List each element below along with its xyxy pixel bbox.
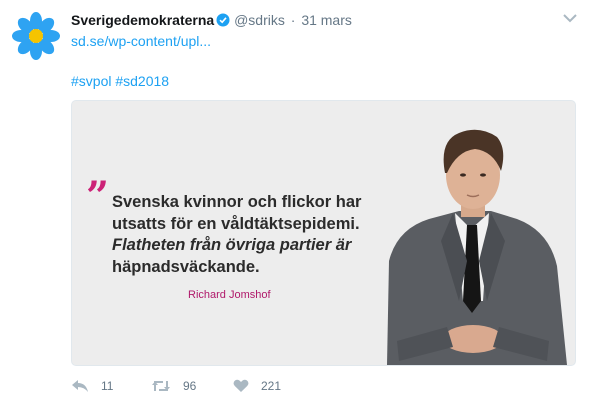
retweet-count: 96	[183, 379, 197, 393]
quote-text: Svenska kvinnor och flickor har utsatts …	[112, 192, 392, 278]
tweet-header: Sverigedemokraterna @sdriks · 31 mars	[71, 11, 352, 31]
user-handle[interactable]: @sdriks	[234, 12, 285, 28]
portrait-photo	[387, 129, 567, 365]
tweet-media-image[interactable]: ” Svenska kvinnor och flickor har utsatt…	[71, 100, 576, 366]
chevron-down-icon[interactable]	[560, 10, 580, 26]
retweet-button[interactable]: 96	[151, 376, 196, 396]
verified-badge-icon	[216, 13, 230, 31]
quote-line: utsatts för en våldtäktsepidemi.	[112, 214, 360, 233]
like-count: 221	[261, 379, 282, 393]
tweet-actions: 11 96 221	[71, 376, 471, 396]
quote-line: häpnadsväckande.	[112, 257, 260, 276]
tweet-timestamp[interactable]: 31 mars	[301, 12, 352, 28]
reply-button[interactable]: 11	[71, 376, 113, 396]
quote-mark: ”	[86, 173, 110, 220]
quote-line: Flatheten från övriga partier är	[112, 236, 352, 254]
reply-icon	[71, 379, 89, 393]
avatar[interactable]	[12, 12, 60, 60]
display-name[interactable]: Sverigedemokraterna	[71, 12, 214, 28]
tweet-hashtags[interactable]: #svpol #sd2018	[71, 72, 169, 90]
quote-author: Richard Jomshof	[188, 289, 271, 301]
tweet-link[interactable]: sd.se/wp-content/upl...	[71, 32, 211, 50]
tweet-card[interactable]: Sverigedemokraterna @sdriks · 31 mars sd…	[0, 0, 598, 402]
reply-count: 11	[101, 379, 114, 393]
like-button[interactable]: 221	[233, 376, 281, 396]
flower-logo-icon	[12, 12, 60, 60]
separator-dot: ·	[290, 12, 296, 28]
heart-icon	[233, 379, 249, 393]
quote-line: Svenska kvinnor och flickor har	[112, 193, 362, 211]
retweet-icon	[151, 379, 171, 393]
